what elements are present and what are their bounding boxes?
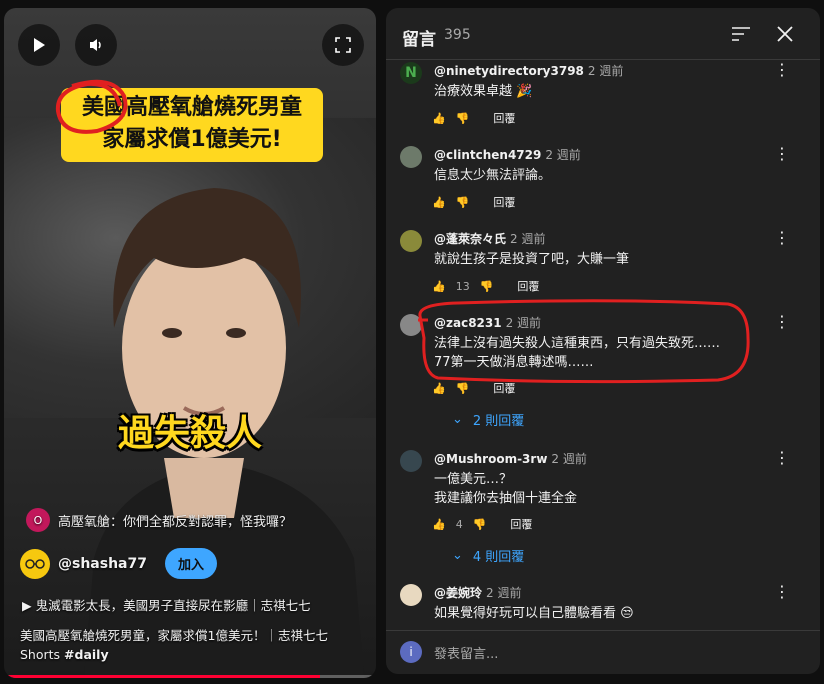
video-progress-bar[interactable]	[4, 675, 376, 678]
like-count: 4	[455, 517, 463, 531]
comment-author[interactable]: @clintchen4729	[434, 148, 541, 162]
comment-input[interactable]: 發表留言...	[434, 643, 498, 662]
comment-compose-bar: i 發表留言...	[386, 630, 820, 674]
comment-author[interactable]: @Mushroom-3rw	[434, 452, 547, 466]
channel-row: @shasha77 加入	[20, 548, 217, 579]
like-icon[interactable]: 👍	[432, 280, 446, 293]
red-scribble-annotation	[55, 79, 128, 134]
close-icon[interactable]	[776, 25, 794, 43]
comment-avatar[interactable]: N	[400, 62, 422, 84]
comment-text: 如果覺得好玩可以自己體驗看看 😒	[434, 606, 634, 621]
dislike-icon[interactable]: 👎	[456, 112, 470, 125]
comment-avatar[interactable]	[400, 450, 422, 472]
comment-time[interactable]: 2 週前	[545, 148, 580, 162]
comment-time[interactable]: 2 週前	[551, 452, 586, 466]
more-options-icon[interactable]: ⋮	[774, 144, 790, 163]
fullscreen-icon	[335, 37, 351, 53]
comment-time[interactable]: 2 週前	[510, 232, 545, 246]
replies-count: 4 則回覆	[472, 550, 525, 565]
comment-item: @clintchen4729 2 週前 信息太少無法評論。 👍 👎 回覆 ⋮	[400, 144, 800, 216]
progress-fill	[4, 675, 321, 678]
comment-item: @姜婉玲 2 週前 如果覺得好玩可以自己體驗看看 😒 ⋮	[400, 582, 800, 628]
more-options-icon[interactable]: ⋮	[774, 582, 790, 601]
comment-item: N @ninetydirectory3798 2 週前 治療效果卓越 🎉 👍 👎 …	[400, 60, 800, 132]
fullscreen-button[interactable]	[322, 24, 364, 66]
video-title-line-1: 美國高壓氧艙燒死男童，家屬求償1億美元！｜志祺七七	[20, 628, 328, 643]
reply-button[interactable]: 回覆	[510, 516, 532, 532]
more-options-icon[interactable]: ⋮	[774, 448, 790, 467]
volume-icon	[90, 39, 101, 51]
chevron-down-icon: ⌄	[452, 548, 463, 563]
like-count: 13	[455, 279, 470, 293]
like-icon[interactable]: 👍	[432, 112, 446, 125]
dislike-icon[interactable]: 👎	[480, 280, 494, 293]
volume-button[interactable]	[75, 24, 117, 66]
comment-text-line: 我建議你去抽個十連全金	[434, 491, 578, 506]
play-small-icon: ▶	[22, 598, 36, 613]
comment-text: 就說生孩子是投資了吧，大賺一筆	[434, 252, 630, 267]
pinned-text: 高壓氧艙：你們全都反對認罪，怪我囉？	[58, 514, 293, 530]
comment-text: 治療效果卓越 🎉	[434, 84, 533, 99]
channel-handle[interactable]: @shasha77	[58, 556, 147, 572]
sort-icon[interactable]	[731, 25, 751, 43]
more-options-icon[interactable]: ⋮	[774, 312, 790, 331]
more-options-icon[interactable]: ⋮	[774, 60, 790, 79]
comment-time[interactable]: 2 週前	[588, 64, 623, 78]
reply-button[interactable]: 回覆	[517, 278, 539, 294]
play-icon	[34, 38, 45, 52]
reply-button[interactable]: 回覆	[493, 194, 515, 210]
reply-button[interactable]: 回覆	[493, 110, 515, 126]
comment-text-line: 一億美元…？	[434, 472, 513, 487]
related-video-title: 鬼滅電影太長，美國男子直接尿在影廳｜志祺七七	[35, 598, 311, 613]
more-options-icon[interactable]: ⋮	[774, 228, 790, 247]
view-replies-button[interactable]: ⌄ 2 則回覆	[452, 410, 524, 429]
pinned-avatar: O	[26, 508, 50, 532]
glasses-icon	[25, 558, 45, 569]
comment-text: 一億美元…？ 我建議你去抽個十連全金	[434, 470, 577, 508]
comments-header: 留言 395	[386, 8, 820, 60]
video-caption-subtitle: 過失殺人	[117, 413, 262, 454]
user-avatar: i	[400, 641, 422, 663]
view-replies-button[interactable]: ⌄ 4 則回覆	[452, 546, 524, 565]
like-icon[interactable]: 👍	[432, 518, 446, 531]
comment-time[interactable]: 2 週前	[486, 586, 521, 600]
comment-avatar[interactable]	[400, 146, 422, 168]
play-button[interactable]	[18, 24, 60, 66]
comment-avatar[interactable]	[400, 230, 422, 252]
hashtag-link[interactable]: #daily	[64, 647, 109, 662]
comment-avatar[interactable]	[400, 584, 422, 606]
comment-item: @蓬萊奈々氏 2 週前 就說生孩子是投資了吧，大賺一筆 👍 13 👎 回覆 ⋮	[400, 228, 800, 300]
replies-count: 2 則回覆	[472, 414, 525, 429]
comment-author[interactable]: @ninetydirectory3798	[434, 64, 584, 78]
pinned-comment[interactable]: O 高壓氧艙：你們全都反對認罪，怪我囉？	[26, 508, 292, 532]
related-video-link[interactable]: ▶ 鬼滅電影太長，美國男子直接尿在影廳｜志祺七七	[22, 595, 311, 614]
dislike-icon[interactable]: 👎	[456, 196, 470, 209]
channel-avatar[interactable]	[20, 548, 50, 579]
dislike-icon[interactable]: 👎	[473, 518, 487, 531]
comment-author[interactable]: @蓬萊奈々氏	[434, 232, 506, 246]
video-title: 美國高壓氧艙燒死男童，家屬求償1億美元！｜志祺七七 Shorts #daily	[20, 626, 370, 664]
join-button[interactable]: 加入	[164, 548, 217, 579]
comments-count: 395	[444, 27, 471, 43]
comments-title: 留言	[402, 30, 436, 50]
chevron-down-icon: ⌄	[452, 412, 463, 427]
video-title-prefix: Shorts	[20, 647, 65, 662]
comment-item: @Mushroom-3rw 2 週前 一億美元…？ 我建議你去抽個十連全金 👍 4…	[400, 448, 800, 565]
comment-author[interactable]: @姜婉玲	[434, 586, 482, 600]
like-icon[interactable]: 👍	[432, 196, 446, 209]
comment-text: 信息太少無法評論。	[434, 168, 552, 183]
shorts-video-player[interactable]: 美國高壓氧艙燒死男童 家屬求償1億美元! 過失殺人 O 高壓氧艙：你們全都反對認…	[4, 8, 376, 678]
red-highlight-annotation	[418, 299, 750, 384]
